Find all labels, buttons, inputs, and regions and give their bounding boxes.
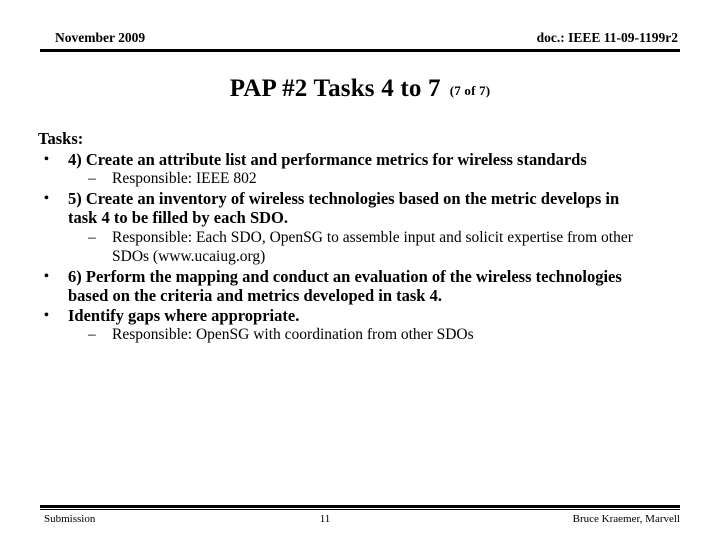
bullet-icon: • <box>44 190 49 206</box>
list-item: • 5) Create an inventory of wireless tec… <box>38 189 634 228</box>
list-item-label: Identify gaps where appropriate. <box>68 305 300 325</box>
list-item-label: 6) Perform the mapping and conduct an ev… <box>68 266 622 306</box>
bullet-icon: • <box>44 151 49 167</box>
list-item: • 4) Create an attribute list and perfor… <box>38 150 634 170</box>
tasks-heading: Tasks: <box>38 129 84 148</box>
footer-submission-label: Submission <box>44 513 96 525</box>
dash-icon: – <box>88 326 96 343</box>
list-item-label: 5) Create an inventory of wireless techn… <box>68 188 620 228</box>
dash-icon: – <box>88 228 96 246</box>
sub-list-item: – Responsible: IEEE 802 <box>38 169 634 189</box>
footer-divider-thin <box>40 509 680 510</box>
header-document-id: doc.: IEEE 11-09-1199r2 <box>536 30 678 45</box>
slide-title-block: PAP #2 Tasks 4 to 7 (7 of 7) <box>40 74 680 107</box>
slide-footer: Submission 11 Bruce Kraemer, Marvell <box>40 505 680 526</box>
page-title-text: PAP #2 Tasks 4 to 7 <box>229 75 441 102</box>
slide-header: November 2009 doc.: IEEE 11-09-1199r2 <box>40 30 680 52</box>
list-item: • Identify gaps where appropriate. <box>38 306 634 326</box>
header-row: November 2009 doc.: IEEE 11-09-1199r2 <box>40 30 680 45</box>
dash-icon: – <box>88 170 96 187</box>
footer-page-number: 11 <box>319 513 331 525</box>
footer-row: Submission 11 Bruce Kraemer, Marvell <box>40 512 680 526</box>
footer-divider-thick <box>40 505 680 508</box>
sub-list-item-label: Responsible: IEEE 802 <box>112 170 257 187</box>
page-title: PAP #2 Tasks 4 to 7 (7 of 7) <box>40 74 680 107</box>
list-item-label: 4) Create an attribute list and performa… <box>68 149 587 169</box>
footer-author: Bruce Kraemer, Marvell <box>572 513 680 525</box>
sub-list-item-label: Responsible: Each SDO, OpenSG to assembl… <box>112 228 633 266</box>
sub-list-item: – Responsible: Each SDO, OpenSG to assem… <box>38 228 634 267</box>
bullet-icon: • <box>44 307 49 323</box>
bullet-icon: • <box>44 268 49 284</box>
header-date: November 2009 <box>55 30 146 45</box>
sub-list-item: – Responsible: OpenSG with coordination … <box>38 325 634 345</box>
sub-list-item-label: Responsible: OpenSG with coordination fr… <box>112 326 474 343</box>
list-item: • 6) Perform the mapping and conduct an … <box>38 267 634 306</box>
header-divider <box>40 49 680 52</box>
slide-body: Tasks: • 4) Create an attribute list and… <box>38 129 634 345</box>
page-title-counter: (7 of 7) <box>449 83 491 98</box>
